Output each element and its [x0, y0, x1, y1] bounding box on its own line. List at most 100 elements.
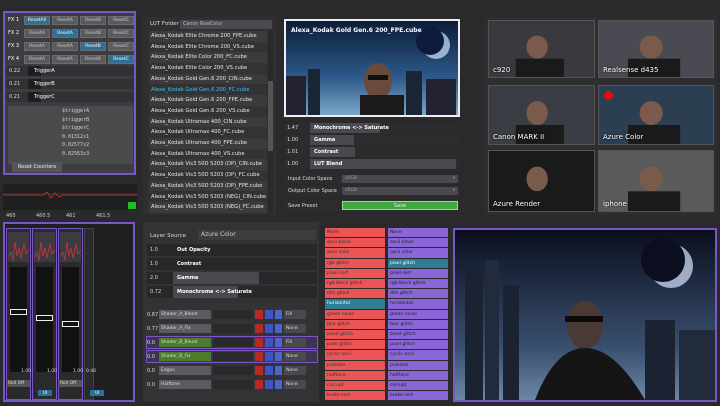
- layer-blend-slider[interactable]: [213, 366, 253, 375]
- shader-item-red[interactable]: None: [325, 228, 385, 238]
- fx-reset-button[interactable]: ResetA: [52, 54, 78, 64]
- camera-tile[interactable]: iphone: [598, 150, 714, 212]
- shader-item-purple[interactable]: pixelate: [388, 360, 448, 370]
- lut-item[interactable]: Alexa_Kodak Vis3 50D 5203 (DP)_CIN.cube: [149, 159, 267, 171]
- lut-item[interactable]: Alexa_Kodak Gold Gen.6 200_FPE.cube: [149, 95, 267, 106]
- layer-blue-toggle[interactable]: [265, 310, 273, 319]
- layer-blue-toggle-2[interactable]: [275, 352, 282, 361]
- layer-mode-select[interactable]: Fill: [284, 310, 306, 319]
- shader-item-purple[interactable]: blur glitch: [388, 319, 448, 329]
- lut-item[interactable]: Alexa_Kodak Vis3 50D 5203 (DP)_FC.cube: [149, 170, 267, 181]
- lut-item[interactable]: Alexa_Kodak Ultramax 400_FC.cube: [149, 127, 267, 138]
- preview-param-slider[interactable]: 1.47 Monochrome <-> Saturate: [284, 123, 460, 133]
- layer-red-toggle[interactable]: [255, 338, 263, 347]
- lut-item[interactable]: Alexa_Kodak Ultramax 400_FPE.cube: [149, 138, 267, 149]
- roll-off-button[interactable]: Roll Off: [6, 380, 30, 387]
- camera-tile[interactable]: c920: [488, 20, 595, 78]
- trigger-slider[interactable]: 0.21 TriggerB: [6, 79, 134, 89]
- timeline[interactable]: [3, 184, 137, 210]
- layer-row[interactable]: 0.0 Shader_B_Blend Fill: [146, 336, 318, 349]
- layer-blue-toggle[interactable]: [265, 380, 273, 389]
- fx-reset-button[interactable]: ResetA: [24, 41, 50, 51]
- fx-reset-button[interactable]: ResetB: [80, 28, 106, 38]
- shader-item-red[interactable]: band glitch: [325, 330, 385, 340]
- shader-item-purple[interactable]: band glitch: [388, 330, 448, 340]
- layer-red-toggle[interactable]: [255, 352, 263, 361]
- layer-red-toggle[interactable]: [255, 366, 263, 375]
- layer-blue-toggle-2[interactable]: [275, 366, 282, 375]
- lut-item[interactable]: Alexa_Kodak Ultramax 400_CIN.cube: [149, 116, 267, 128]
- ui-badge[interactable]: UI: [90, 390, 104, 396]
- lut-scrollbar[interactable]: [268, 31, 273, 213]
- layer-blue-toggle-2[interactable]: [275, 324, 282, 333]
- fader-handle[interactable]: [62, 321, 79, 327]
- ui-badge[interactable]: UI: [38, 390, 52, 396]
- layer-mode-select[interactable]: None: [284, 380, 306, 389]
- layer-blue-toggle[interactable]: [265, 324, 273, 333]
- fx-reset-button[interactable]: ResetC: [108, 41, 134, 51]
- shader-item-purple[interactable]: pixel sort: [388, 268, 448, 278]
- shader-item-red[interactable]: cyclic ascii: [325, 350, 385, 360]
- layer-blue-toggle-2[interactable]: [275, 380, 282, 389]
- lut-item[interactable]: Alexa_Kodak Elite Chrome 200_FPE.cube: [149, 31, 267, 42]
- reset-counters-button[interactable]: Reset Counters: [12, 162, 62, 172]
- layer-mode-select[interactable]: None: [284, 352, 306, 361]
- layer-blend-slider[interactable]: [213, 352, 253, 361]
- lut-item[interactable]: Alexa_Kodak Gold Gen.6 200_VS.cube: [149, 105, 267, 117]
- shader-item-red[interactable]: ascii color: [325, 248, 385, 258]
- layer-blend-slider[interactable]: [213, 338, 253, 347]
- fx-reset-button[interactable]: ResetA: [24, 54, 50, 64]
- shader-item-red[interactable]: blur glitch: [325, 319, 385, 329]
- preview-param-slider[interactable]: 1.00 LUT Blend: [284, 159, 460, 169]
- lut-item[interactable]: Alexa_Kodak Elite Color 200_FC.cube: [149, 52, 267, 64]
- shader-item-purple[interactable]: green noise: [388, 309, 448, 319]
- shader-item-red[interactable]: corrupt: [325, 381, 385, 391]
- layer-blend-slider[interactable]: [213, 310, 253, 319]
- shader-item-red[interactable]: dits glitch: [325, 289, 385, 299]
- layer-row[interactable]: 0.0 Edges None: [147, 365, 317, 376]
- layer-blue-toggle[interactable]: [265, 338, 273, 347]
- fx-reset-button[interactable]: ResetA: [24, 28, 50, 38]
- lut-item[interactable]: Alexa_Kodak Elite Color 200_VS.cube: [149, 63, 267, 74]
- shader-item-red[interactable]: broke sort: [325, 391, 385, 401]
- shader-item-red[interactable]: horizontal: [325, 299, 385, 309]
- shader-item-purple[interactable]: broke sort: [388, 391, 448, 401]
- lut-folder-field[interactable]: Canon RawColor: [180, 20, 272, 29]
- preview-param-slider[interactable]: 1.00 Gamma: [284, 135, 460, 145]
- fader-handle[interactable]: [10, 309, 27, 315]
- layer-blue-toggle[interactable]: [265, 366, 273, 375]
- shader-item-red[interactable]: green noise: [325, 309, 385, 319]
- trigger-slider[interactable]: 0.22 TriggerA: [6, 66, 134, 76]
- layer-blue-toggle-2[interactable]: [275, 338, 282, 347]
- shader-item-purple[interactable]: dits glitch: [388, 289, 448, 299]
- fx-reset-button[interactable]: ResetA: [52, 41, 78, 51]
- shader-item-purple[interactable]: pixel glitch: [388, 340, 448, 350]
- camera-tile[interactable]: Canon MARK II: [488, 85, 595, 145]
- layer-red-toggle[interactable]: [255, 310, 263, 319]
- lut-item[interactable]: Alexa_Kodak Ultramax 400_VS.cube: [149, 148, 267, 160]
- shader-item-purple[interactable]: None: [388, 228, 448, 238]
- mixer-channel[interactable]: 1.00: [6, 228, 31, 400]
- layer-source-field[interactable]: Azure Color: [198, 230, 316, 240]
- layer-param-slider[interactable]: 1.0 Out Opacity: [147, 244, 317, 256]
- shader-item-red[interactable]: rgb glitch: [325, 258, 385, 268]
- fx-reset-button[interactable]: ResetC: [108, 54, 134, 64]
- shader-item-purple[interactable]: corrupt: [388, 381, 448, 391]
- layer-param-slider[interactable]: 0.72 Monochrome <-> Saturate: [147, 286, 317, 298]
- preview-param-slider[interactable]: 1.01 Contrast: [284, 147, 460, 157]
- layer-row[interactable]: 0.77 Shader_A_Fix None: [147, 323, 317, 334]
- fx-reset-button[interactable]: ResetA: [52, 28, 78, 38]
- shader-item-purple[interactable]: horizontal: [388, 299, 448, 309]
- fader-handle[interactable]: [36, 315, 53, 321]
- layer-blend-slider[interactable]: [213, 324, 253, 333]
- camera-tile[interactable]: Azure Render: [488, 150, 595, 212]
- shader-item-red[interactable]: pixelate: [325, 360, 385, 370]
- layer-row[interactable]: 0.0 Halftone None: [147, 379, 317, 390]
- layer-row[interactable]: 0.0 Shader_B_Fix None: [146, 350, 318, 363]
- trigger-slider[interactable]: 0.21 TriggerC: [6, 92, 134, 102]
- fx-reset-button[interactable]: ResetB: [80, 41, 106, 51]
- layer-param-slider[interactable]: 1.0 Contrast: [147, 258, 317, 270]
- shader-item-purple[interactable]: ascii color: [388, 248, 448, 258]
- fx-reset-button[interactable]: ResetB: [80, 54, 106, 64]
- shader-item-purple[interactable]: rgb block glitch: [388, 279, 448, 289]
